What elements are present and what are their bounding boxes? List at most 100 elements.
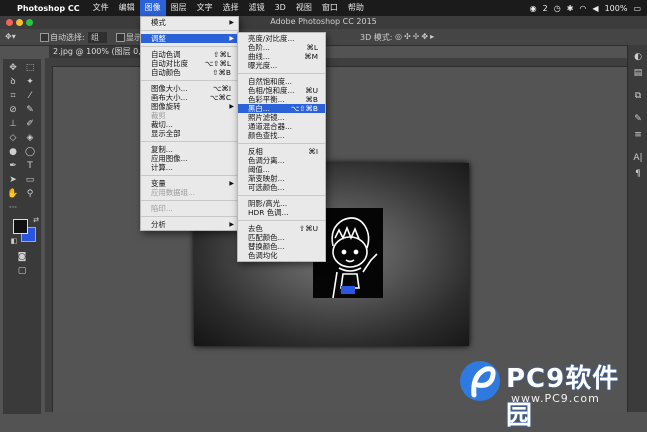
adjust-menu-item[interactable]: 色调分离...	[238, 156, 325, 165]
menu-type[interactable]: 文字	[192, 0, 218, 16]
image-menu-item[interactable]: 画布大小... ⌥⌘C	[141, 93, 238, 102]
image-menu-item[interactable]: 模式 ▶	[141, 18, 238, 27]
eyedropper-icon[interactable]: ⁄	[23, 90, 37, 102]
adjust-menu-item[interactable]: 反相 ⌘I	[238, 147, 325, 156]
adjust-menu-item[interactable]: 色调均化	[238, 251, 325, 260]
properties-panel-icon[interactable]: ▤	[632, 67, 644, 79]
image-menu-item[interactable]: 裁切...	[141, 120, 238, 129]
stamp-icon[interactable]: ⊥	[6, 118, 20, 130]
quick-mask-icon[interactable]: ◙	[15, 251, 29, 263]
menu-window[interactable]: 窗口	[317, 0, 343, 16]
submenu-arrow-icon: ▶	[229, 221, 234, 228]
app-name-menu[interactable]: Photoshop CC	[17, 4, 88, 13]
menu-select[interactable]: 选择	[218, 0, 244, 16]
history-panel-icon[interactable]: ⧉	[632, 90, 644, 102]
image-menu-item[interactable]: 图像大小... ⌥⌘I	[141, 84, 238, 93]
menu-image[interactable]: 图像	[139, 0, 166, 16]
adjust-menu-item[interactable]: 去色 ⇧⌘U	[238, 224, 325, 233]
adjust-menu-item[interactable]: 曲线... ⌘M	[238, 52, 325, 61]
adjust-menu-item[interactable]: 颜色查找...	[238, 131, 325, 140]
menu-edit[interactable]: 编辑	[114, 0, 140, 16]
adjustments-panel-icon[interactable]: ≡	[632, 129, 644, 141]
adjust-menu-item[interactable]: 色阶... ⌘L	[238, 43, 325, 52]
adjust-menu-item[interactable]: 亮度/对比度...	[238, 34, 325, 43]
adjust-menu-item[interactable]: 曝光度...	[238, 61, 325, 70]
menu-layer[interactable]: 图层	[166, 0, 192, 16]
show-transform-checkbox[interactable]	[116, 33, 125, 42]
volume-icon[interactable]: ◀	[592, 4, 598, 13]
wifi-icon[interactable]: ◠	[579, 4, 586, 13]
adjust-menu-item[interactable]: 阴影/高光...	[238, 199, 325, 208]
path-select-icon[interactable]: ➤	[6, 174, 20, 186]
adjust-menu-item[interactable]: 照片滤镜...	[238, 113, 325, 122]
image-menu-item[interactable]: 图像旋转 ▶	[141, 102, 238, 111]
lasso-icon[interactable]: ꝺ	[6, 76, 20, 88]
foreground-color-swatch[interactable]	[13, 219, 28, 234]
document-tab[interactable]: 2.jpg @ 100% (图层 0, RGB/8)	[49, 46, 153, 58]
shape-icon[interactable]: ▭	[23, 174, 37, 186]
brush-icon[interactable]: ✎	[23, 104, 37, 116]
image-menu-item[interactable]: 应用图像...	[141, 154, 238, 163]
eraser-icon[interactable]: ◇	[6, 132, 20, 144]
image-menu-item[interactable]: 调整 ▶	[141, 34, 238, 43]
crop-icon[interactable]: ⌗	[6, 90, 20, 102]
character-panel-icon[interactable]: A|	[632, 152, 644, 164]
hand-icon[interactable]: ✋	[6, 188, 20, 200]
menu-view[interactable]: 视图	[291, 0, 317, 16]
swap-colors-icon[interactable]: ⇄	[29, 214, 43, 226]
adjust-menu-item[interactable]: HDR 色调...	[238, 208, 325, 217]
image-menu-item[interactable]: 显示全部	[141, 129, 238, 138]
adjust-menu-item[interactable]: 替换颜色...	[238, 242, 325, 251]
adjust-menu-item[interactable]: 黑白... ⌥⇧⌘B	[238, 104, 325, 113]
default-colors-icon[interactable]: ◧	[7, 235, 21, 247]
adjust-menu-item[interactable]: 可选颜色...	[238, 183, 325, 192]
image-menu-item[interactable]: 变量 ▶	[141, 179, 238, 188]
adjust-menu-item-label: 黑白...	[248, 104, 270, 113]
menu-3d[interactable]: 3D	[270, 0, 291, 16]
image-menu-item-label: 陷印...	[151, 204, 173, 213]
blur-icon[interactable]: ●	[6, 146, 20, 158]
adjust-menu-item[interactable]: 匹配颜色...	[238, 233, 325, 242]
menu-file[interactable]: 文件	[88, 0, 114, 16]
image-menu-item[interactable]: 自动对比度 ⌥⇧⌘L	[141, 59, 238, 68]
adjust-menu-item[interactable]: 色相/饱和度... ⌘U	[238, 86, 325, 95]
clock-icon[interactable]: ◷	[554, 4, 561, 13]
image-menu-item-label: 自动颜色	[151, 68, 181, 77]
paint-bucket-icon[interactable]: ◈	[23, 132, 37, 144]
move-tool-icon[interactable]: ✥▾	[5, 32, 16, 41]
image-menu-item[interactable]: 自动色调 ⇧⌘L	[141, 50, 238, 59]
adjust-menu-item[interactable]: 阈值...	[238, 165, 325, 174]
adjust-menu-item[interactable]: 通道混合器...	[238, 122, 325, 131]
brush-panel-icon[interactable]: ✎	[632, 113, 644, 125]
3d-mode-icons[interactable]: ◎✣✢✥▸	[395, 32, 436, 41]
zoom-icon[interactable]: ⚲	[23, 188, 37, 200]
paragraph-panel-icon[interactable]: ¶	[632, 168, 644, 180]
battery-icon[interactable]: ▭	[633, 4, 641, 13]
menu-help[interactable]: 帮助	[343, 0, 369, 16]
bluetooth-icon[interactable]: ✱	[567, 4, 574, 13]
screen-mode-icon[interactable]: ▢	[15, 265, 29, 277]
history-brush-icon[interactable]: ✐	[23, 118, 37, 130]
magic-wand-icon[interactable]: ✦	[23, 76, 37, 88]
menu-filter[interactable]: 滤镜	[244, 0, 270, 16]
color-panel-icon[interactable]: ◐	[632, 51, 644, 63]
more-tools-icon[interactable]: ···	[6, 202, 20, 214]
dodge-icon[interactable]: ◯	[23, 146, 37, 158]
move-icon[interactable]: ✥	[6, 62, 20, 74]
adjust-menu-item[interactable]: 色彩平衡... ⌘B	[238, 95, 325, 104]
image-menu-item-shortcut: ⇧⌘L	[213, 50, 231, 59]
image-menu-item[interactable]: 计算...	[141, 163, 238, 172]
auto-select-checkbox[interactable]	[40, 33, 49, 42]
image-menu-item[interactable]: 复制...	[141, 145, 238, 154]
image-menu-item[interactable]: 自动颜色 ⇧⌘B	[141, 68, 238, 77]
auto-select-dropdown[interactable]: 组	[88, 32, 107, 43]
type-icon[interactable]: T	[23, 160, 37, 172]
healing-icon[interactable]: ⊘	[6, 104, 20, 116]
wechat-icon[interactable]: ◉	[530, 4, 537, 13]
image-menu-item[interactable]: 分析 ▶	[141, 220, 238, 229]
adjust-menu-item[interactable]: 渐变映射...	[238, 174, 325, 183]
pen-icon[interactable]: ✒	[6, 160, 20, 172]
adjust-menu-item[interactable]: 自然饱和度...	[238, 77, 325, 86]
notification-badge[interactable]: 2	[543, 4, 548, 13]
marquee-icon[interactable]: ⬚	[23, 62, 37, 74]
